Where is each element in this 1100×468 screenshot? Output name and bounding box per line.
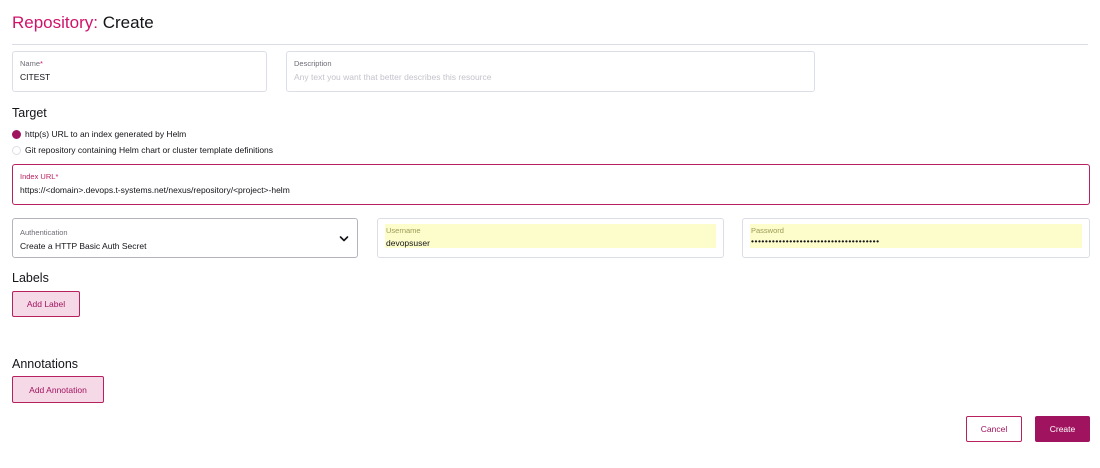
create-button[interactable]: Create [1035, 416, 1090, 442]
password-input[interactable]: ••••••••••••••••••••••••••••••••••••• [751, 236, 880, 247]
password-label: Password [751, 226, 784, 235]
breadcrumb-repository[interactable]: Repository [12, 13, 93, 32]
target-option-git[interactable]: Git repository containing Helm chart or … [12, 145, 273, 156]
username-field[interactable]: Username devopsuser [377, 218, 724, 258]
index-url-input[interactable]: https://<domain>.devops.t-systems.net/ne… [20, 185, 290, 196]
target-heading: Target [12, 106, 47, 120]
add-annotation-button[interactable]: Add Annotation [12, 376, 104, 403]
page-title: Repository: Create [12, 13, 154, 33]
index-url-field[interactable]: Index URL* https://<domain>.devops.t-sys… [12, 164, 1090, 205]
title-divider [12, 44, 1088, 45]
target-option-label: http(s) URL to an index generated by Hel… [25, 129, 187, 139]
password-autofill: Password •••••••••••••••••••••••••••••••… [750, 224, 1082, 248]
chevron-down-icon[interactable] [339, 234, 349, 244]
add-label-button[interactable]: Add Label [12, 291, 80, 317]
name-field[interactable]: Name* CITEST [12, 51, 267, 92]
description-field[interactable]: Description Any text you want that bette… [286, 51, 815, 92]
annotations-heading: Annotations [12, 357, 79, 371]
password-field[interactable]: Password •••••••••••••••••••••••••••••••… [742, 218, 1090, 258]
target-option-label: Git repository containing Helm chart or … [25, 145, 274, 155]
page-action: Create [102, 13, 154, 32]
labels-heading: Labels [12, 271, 49, 285]
index-url-label: Index URL* [20, 172, 59, 181]
description-label: Description [294, 59, 332, 68]
authentication-label: Authentication [20, 228, 68, 237]
username-input[interactable]: devopsuser [386, 238, 430, 249]
cancel-button[interactable]: Cancel [966, 416, 1022, 442]
description-input[interactable]: Any text you want that better describes … [294, 72, 492, 83]
username-autofill: Username devopsuser [385, 224, 716, 248]
target-option-helm-index[interactable]: http(s) URL to an index generated by Hel… [12, 129, 186, 140]
authentication-select[interactable]: Authentication Create a HTTP Basic Auth … [12, 218, 358, 258]
name-label: Name* [20, 59, 43, 68]
radio-selected-icon[interactable] [12, 130, 21, 139]
breadcrumb-separator: : [93, 13, 98, 32]
username-label: Username [386, 226, 421, 235]
radio-unselected-icon[interactable] [12, 146, 21, 155]
name-input[interactable]: CITEST [20, 72, 50, 83]
authentication-value: Create a HTTP Basic Auth Secret [20, 241, 147, 251]
